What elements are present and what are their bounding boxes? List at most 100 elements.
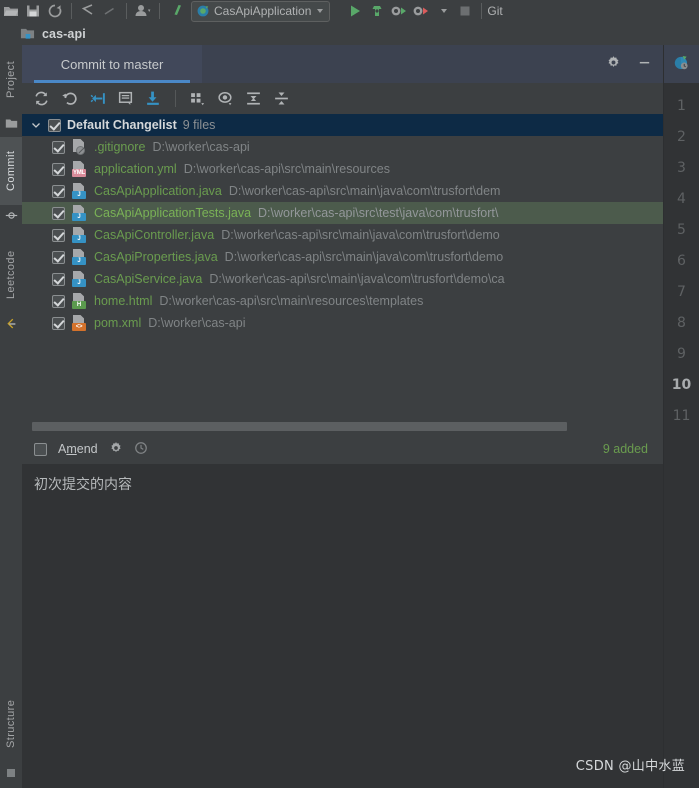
- toolbar-separator: [481, 3, 483, 19]
- line-number[interactable]: 9: [664, 339, 699, 370]
- line-number[interactable]: 8: [664, 308, 699, 339]
- file-checkbox[interactable]: [52, 228, 65, 242]
- file-path: D:\worker\cas-api\src\main\java\com\trus…: [224, 250, 504, 264]
- table-row[interactable]: .gitignore D:\worker\cas-api: [22, 136, 664, 158]
- changelist-row[interactable]: Default Changelist 9 files: [22, 114, 664, 136]
- shelve-silently-icon[interactable]: [85, 86, 110, 111]
- preview-diff-icon[interactable]: [213, 86, 238, 111]
- scrollbar-track[interactable]: [32, 421, 654, 431]
- changes-tree[interactable]: Default Changelist 9 files .gitignore D:\…: [22, 114, 664, 418]
- table-row[interactable]: Hhome.html D:\worker\cas-api\src\main\res…: [22, 290, 664, 312]
- coverage-run-icon[interactable]: [673, 54, 691, 75]
- line-number[interactable]: 7: [664, 277, 699, 308]
- file-checkbox[interactable]: [52, 162, 65, 176]
- more-run-icon[interactable]: [432, 1, 454, 21]
- history-icon[interactable]: [134, 441, 148, 458]
- gear-icon[interactable]: [109, 441, 123, 458]
- tab-label: Commit to master: [60, 56, 164, 72]
- git-menu-label[interactable]: Git: [487, 4, 502, 18]
- table-row[interactable]: J CasApiService.java D:\worker\cas-api\src…: [22, 268, 664, 290]
- editor-gutter: 1 2 3 4 5 6 7 8 9 10 11: [663, 45, 699, 788]
- build-icon[interactable]: [366, 1, 388, 21]
- table-row[interactable]: J CasApiProperties.java D:\worker\cas-api\…: [22, 246, 664, 268]
- horizontal-scrollbar[interactable]: [22, 418, 664, 434]
- show-diff-icon[interactable]: [113, 86, 138, 111]
- line-number[interactable]: 1: [664, 91, 699, 122]
- collapse-all-icon[interactable]: [269, 86, 294, 111]
- commit-header: Commit to master: [22, 45, 664, 83]
- line-number[interactable]: 10: [664, 370, 699, 401]
- amend-checkbox[interactable]: [34, 442, 47, 456]
- xml-file-icon: <>: [72, 315, 87, 331]
- file-checkbox[interactable]: [52, 272, 65, 286]
- module-folder-icon: [20, 28, 35, 39]
- commit-actions-toolbar: [22, 83, 664, 114]
- save-all-icon[interactable]: [22, 1, 44, 21]
- run-configuration-selector[interactable]: CasApiApplication: [191, 0, 331, 22]
- expand-all-icon[interactable]: [241, 86, 266, 111]
- file-checkbox[interactable]: [52, 294, 65, 308]
- added-count-label: 9 added: [602, 442, 648, 456]
- sidebar-item-leetcode[interactable]: Leetcode: [0, 237, 22, 313]
- file-checkbox[interactable]: [52, 140, 65, 154]
- spring-boot-icon: [197, 5, 209, 17]
- file-checkbox[interactable]: [52, 184, 65, 198]
- sidebar-item-project[interactable]: Project: [0, 45, 22, 113]
- stop-icon[interactable]: [454, 1, 476, 21]
- line-number[interactable]: 4: [664, 184, 699, 215]
- git-branch-icon[interactable]: [165, 1, 187, 21]
- left-tool-stripe: Project Commit Leetcode Structure: [0, 45, 23, 788]
- table-row[interactable]: J CasApiApplication.java D:\worker\cas-api…: [22, 180, 664, 202]
- page-title: cas-api: [42, 26, 86, 41]
- gutter-top-icon-area: [664, 45, 699, 83]
- update-project-icon[interactable]: [141, 86, 166, 111]
- chevron-down-icon: [441, 9, 448, 13]
- file-checkbox[interactable]: [52, 206, 65, 220]
- redo-icon[interactable]: [99, 1, 121, 21]
- line-number[interactable]: 6: [664, 246, 699, 277]
- line-number[interactable]: 11: [664, 401, 699, 432]
- table-row[interactable]: J CasApiApplicationTests.java D:\worker\ca…: [22, 202, 664, 224]
- rollback-icon[interactable]: [57, 86, 82, 111]
- toolbar-separator: [126, 3, 127, 19]
- undo-icon[interactable]: [77, 1, 99, 21]
- line-number[interactable]: 5: [664, 215, 699, 246]
- file-checkbox[interactable]: [52, 250, 65, 264]
- project-folder-icon: [5, 117, 18, 133]
- commit-message-input[interactable]: 初次提交的内容: [22, 464, 664, 788]
- line-number[interactable]: 2: [664, 122, 699, 153]
- chevron-down-icon[interactable]: [317, 9, 324, 13]
- file-path: D:\worker\cas-api\src\main\java\com\trus…: [228, 184, 501, 198]
- table-row[interactable]: YML application.yml D:\worker\cas-api\src\…: [22, 158, 664, 180]
- file-checkbox[interactable]: [52, 316, 65, 330]
- run-icon[interactable]: [344, 1, 366, 21]
- html-file-icon: H: [72, 293, 87, 309]
- minimize-icon[interactable]: [637, 55, 652, 73]
- gear-icon[interactable]: [606, 55, 621, 73]
- toolbar-separator: [175, 90, 176, 107]
- debug-icon[interactable]: [388, 1, 410, 21]
- table-row[interactable]: J CasApiController.java D:\worker\cas-api\…: [22, 224, 664, 246]
- scrollbar-thumb[interactable]: [32, 421, 567, 431]
- line-number[interactable]: 3: [664, 153, 699, 184]
- amend-label[interactable]: Amend: [58, 442, 98, 456]
- chevron-down-icon[interactable]: [30, 119, 42, 131]
- file-name: CasApiController.java: [94, 228, 215, 242]
- line-number-column: 1 2 3 4 5 6 7 8 9 10 11: [664, 83, 699, 432]
- sidebar-item-label: Leetcode: [5, 250, 17, 300]
- tab-commit-to-master[interactable]: Commit to master: [22, 45, 202, 83]
- java-file-icon: J: [72, 227, 87, 243]
- changelist-checkbox[interactable]: [48, 118, 61, 132]
- open-folder-icon[interactable]: [0, 1, 22, 21]
- leetcode-icon: [4, 317, 18, 334]
- coverage-icon[interactable]: [410, 1, 432, 21]
- file-path: D:\worker\cas-api: [152, 140, 250, 154]
- refresh-icon[interactable]: [29, 86, 54, 111]
- profile-icon[interactable]: [132, 1, 154, 21]
- sync-icon[interactable]: [44, 1, 66, 21]
- sidebar-item-structure[interactable]: Structure: [0, 685, 22, 763]
- sidebar-item-commit[interactable]: Commit: [0, 137, 22, 205]
- table-row[interactable]: <> pom.xml D:\worker\cas-api: [22, 312, 664, 334]
- file-name: pom.xml: [94, 316, 142, 330]
- group-by-icon[interactable]: [185, 86, 210, 111]
